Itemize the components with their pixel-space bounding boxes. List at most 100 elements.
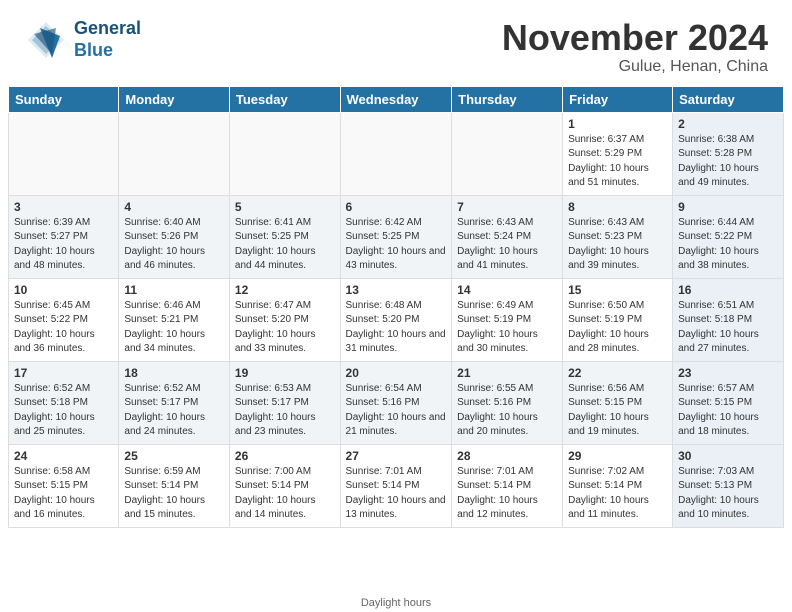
calendar-cell: 30Sunrise: 7:03 AM Sunset: 5:13 PM Dayli… (673, 444, 784, 527)
header-wednesday: Wednesday (340, 86, 452, 112)
calendar-cell: 20 Sunrise: 6:54 AM Sunset: 5:16 PM Dayli… (340, 361, 452, 444)
day-info: Sunrise: 7:03 AM Sunset: 5:13 PM Dayligh… (678, 465, 778, 523)
day-info: Sunrise: 7:00 AM Sunset: 5:14 PM Dayligh… (235, 465, 335, 523)
calendar-cell (229, 112, 340, 195)
day-number: 15 (568, 283, 667, 297)
calendar-week-row: 1 Sunrise: 6:37 AM Sunset: 5:29 PM Daylig… (9, 112, 784, 195)
calendar-cell: 27 Sunrise: 7:01 AM Sunset: 5:14 PM Dayli… (340, 444, 452, 527)
day-number: 7 (457, 200, 557, 214)
day-info: Sunrise: 7:02 AM Sunset: 5:14 PM Dayligh… (568, 465, 667, 523)
day-info: Sunrise: 6:44 AM Sunset: 5:22 PM Dayligh… (678, 216, 778, 274)
day-info: Sunrise: 6:43 AM Sunset: 5:24 PM Dayligh… (457, 216, 557, 274)
calendar-week-row: 24 Sunrise: 6:58 AM Sunset: 5:15 PM Dayli… (9, 444, 784, 527)
day-number: 6 (346, 200, 447, 214)
calendar-week-row: 17 Sunrise: 6:52 AM Sunset: 5:18 PM Dayli… (9, 361, 784, 444)
day-info: Sunrise: 7:01 AM Sunset: 5:14 PM Dayligh… (346, 465, 447, 523)
calendar-cell: 6 Sunrise: 6:42 AM Sunset: 5:25 PM Daylig… (340, 195, 452, 278)
calendar-cell (452, 112, 563, 195)
day-info: Sunrise: 6:40 AM Sunset: 5:26 PM Dayligh… (124, 216, 224, 274)
day-number: 19 (235, 366, 335, 380)
day-number: 12 (235, 283, 335, 297)
day-info: Sunrise: 6:48 AM Sunset: 5:20 PM Dayligh… (346, 299, 447, 357)
day-info: Sunrise: 6:38 AM Sunset: 5:28 PM Dayligh… (678, 133, 778, 191)
calendar-cell (340, 112, 452, 195)
day-number: 10 (14, 283, 113, 297)
calendar-cell: 16Sunrise: 6:51 AM Sunset: 5:18 PM Dayli… (673, 278, 784, 361)
day-info: Sunrise: 6:52 AM Sunset: 5:18 PM Dayligh… (14, 382, 113, 440)
title-section: November 2024 Gulue, Henan, China (502, 18, 768, 76)
day-info: Sunrise: 6:45 AM Sunset: 5:22 PM Dayligh… (14, 299, 113, 357)
day-info: Sunrise: 6:39 AM Sunset: 5:27 PM Dayligh… (14, 216, 113, 274)
day-number: 5 (235, 200, 335, 214)
day-info: Sunrise: 7:01 AM Sunset: 5:14 PM Dayligh… (457, 465, 557, 523)
day-number: 4 (124, 200, 224, 214)
calendar-cell: 26 Sunrise: 7:00 AM Sunset: 5:14 PM Dayli… (229, 444, 340, 527)
day-number: 3 (14, 200, 113, 214)
day-info: Sunrise: 6:37 AM Sunset: 5:29 PM Dayligh… (568, 133, 667, 191)
day-number: 13 (346, 283, 447, 297)
day-number: 18 (124, 366, 224, 380)
logo: General Blue (24, 18, 141, 62)
footer: Daylight hours (0, 594, 792, 612)
day-number: 11 (124, 283, 224, 297)
calendar-cell: 3 Sunrise: 6:39 AM Sunset: 5:27 PM Daylig… (9, 195, 119, 278)
calendar-cell: 28 Sunrise: 7:01 AM Sunset: 5:14 PM Dayli… (452, 444, 563, 527)
calendar-cell: 23Sunrise: 6:57 AM Sunset: 5:15 PM Dayli… (673, 361, 784, 444)
day-info: Sunrise: 6:56 AM Sunset: 5:15 PM Dayligh… (568, 382, 667, 440)
logo-icon (24, 18, 68, 62)
day-number: 24 (14, 449, 113, 463)
calendar-cell: 15Sunrise: 6:50 AM Sunset: 5:19 PM Dayli… (563, 278, 673, 361)
calendar-cell: 7 Sunrise: 6:43 AM Sunset: 5:24 PM Daylig… (452, 195, 563, 278)
day-info: Sunrise: 6:54 AM Sunset: 5:16 PM Dayligh… (346, 382, 447, 440)
day-info: Sunrise: 6:59 AM Sunset: 5:14 PM Dayligh… (124, 465, 224, 523)
calendar-cell: 18 Sunrise: 6:52 AM Sunset: 5:17 PM Dayli… (119, 361, 230, 444)
calendar-cell: 24 Sunrise: 6:58 AM Sunset: 5:15 PM Dayli… (9, 444, 119, 527)
calendar-cell: 11 Sunrise: 6:46 AM Sunset: 5:21 PM Dayli… (119, 278, 230, 361)
calendar-cell (119, 112, 230, 195)
calendar-week-row: 10 Sunrise: 6:45 AM Sunset: 5:22 PM Dayli… (9, 278, 784, 361)
header-sunday: Sunday (9, 86, 119, 112)
day-info: Sunrise: 6:52 AM Sunset: 5:17 PM Dayligh… (124, 382, 224, 440)
header-friday: Friday (563, 86, 673, 112)
day-info: Sunrise: 6:49 AM Sunset: 5:19 PM Dayligh… (457, 299, 557, 357)
calendar-cell: 17 Sunrise: 6:52 AM Sunset: 5:18 PM Dayli… (9, 361, 119, 444)
footer-text: Daylight hours (361, 597, 431, 609)
day-number: 17 (14, 366, 113, 380)
day-number: 16 (678, 283, 778, 297)
day-number: 9 (678, 200, 778, 214)
calendar-cell: 4 Sunrise: 6:40 AM Sunset: 5:26 PM Daylig… (119, 195, 230, 278)
day-info: Sunrise: 6:43 AM Sunset: 5:23 PM Dayligh… (568, 216, 667, 274)
calendar-cell: 25 Sunrise: 6:59 AM Sunset: 5:14 PM Dayli… (119, 444, 230, 527)
calendar-table: Sunday Monday Tuesday Wednesday Thursday… (8, 86, 784, 528)
day-number: 27 (346, 449, 447, 463)
calendar-cell: 1 Sunrise: 6:37 AM Sunset: 5:29 PM Daylig… (563, 112, 673, 195)
day-info: Sunrise: 6:42 AM Sunset: 5:25 PM Dayligh… (346, 216, 447, 274)
day-info: Sunrise: 6:47 AM Sunset: 5:20 PM Dayligh… (235, 299, 335, 357)
day-number: 26 (235, 449, 335, 463)
calendar-cell: 14Sunrise: 6:49 AM Sunset: 5:19 PM Dayli… (452, 278, 563, 361)
header-saturday: Saturday (673, 86, 784, 112)
day-number: 20 (346, 366, 447, 380)
header-thursday: Thursday (452, 86, 563, 112)
calendar-cell: 21 Sunrise: 6:55 AM Sunset: 5:16 PM Dayli… (452, 361, 563, 444)
day-info: Sunrise: 6:46 AM Sunset: 5:21 PM Dayligh… (124, 299, 224, 357)
day-number: 8 (568, 200, 667, 214)
day-number: 21 (457, 366, 557, 380)
day-number: 25 (124, 449, 224, 463)
day-info: Sunrise: 6:53 AM Sunset: 5:17 PM Dayligh… (235, 382, 335, 440)
calendar-cell: 12 Sunrise: 6:47 AM Sunset: 5:20 PM Dayli… (229, 278, 340, 361)
calendar-week-row: 3 Sunrise: 6:39 AM Sunset: 5:27 PM Daylig… (9, 195, 784, 278)
day-info: Sunrise: 6:58 AM Sunset: 5:15 PM Dayligh… (14, 465, 113, 523)
calendar-cell: 29 Sunrise: 7:02 AM Sunset: 5:14 PM Dayli… (563, 444, 673, 527)
day-number: 23 (678, 366, 778, 380)
calendar-header-row: Sunday Monday Tuesday Wednesday Thursday… (9, 86, 784, 112)
location-subtitle: Gulue, Henan, China (502, 58, 768, 76)
calendar-cell (9, 112, 119, 195)
calendar-cell: 10 Sunrise: 6:45 AM Sunset: 5:22 PM Dayli… (9, 278, 119, 361)
calendar-cell: 8 Sunrise: 6:43 AM Sunset: 5:23 PM Daylig… (563, 195, 673, 278)
day-info: Sunrise: 6:41 AM Sunset: 5:25 PM Dayligh… (235, 216, 335, 274)
day-number: 29 (568, 449, 667, 463)
day-number: 28 (457, 449, 557, 463)
day-number: 1 (568, 117, 667, 131)
day-info: Sunrise: 6:55 AM Sunset: 5:16 PM Dayligh… (457, 382, 557, 440)
